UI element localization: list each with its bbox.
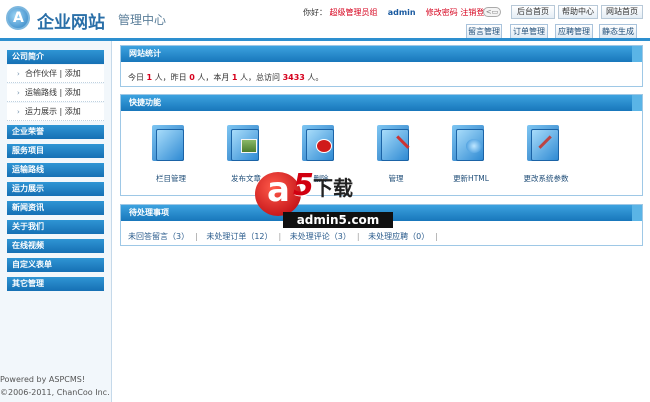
arrow-icon: › (17, 70, 20, 78)
nav-applications-button[interactable]: 应聘管理 (555, 24, 593, 38)
powered-by: Powered by ASPCMS! (0, 375, 86, 384)
panel-title: 网站统计 (121, 46, 642, 62)
yesterday-count: 0 (189, 73, 195, 82)
sidebar-group-routes[interactable]: 运输路线 (7, 163, 104, 177)
watermark-brand: 下载 (313, 176, 353, 200)
sidebar-group-forms[interactable]: 自定义表单 (7, 258, 104, 272)
quick-update-html[interactable]: 更新HTML (435, 123, 507, 183)
panel-title: 快捷功能 (121, 95, 642, 111)
month-count: 1 (231, 73, 238, 82)
folder-settings-icon (527, 123, 563, 161)
sidebar-item-partners[interactable]: › 合作伙伴 | 添加 (7, 65, 104, 83)
admin-center-title: 管理中心 (118, 13, 167, 27)
pending-list: 未回答留言（3） | 未处理订单（12） | 未处理评论（3） | 未处理应聘（0） | (128, 232, 438, 241)
username: admin (387, 8, 416, 17)
user-role: 超级管理员组 (329, 8, 378, 17)
greeting: 你好： (303, 8, 327, 17)
watermark-logo: 5 下载 admin5.com (255, 168, 395, 230)
copyright: ©2006-2011, ChanCoo Inc. (0, 388, 110, 397)
pending-applications-link[interactable]: 未处理应聘（0） (368, 232, 429, 241)
sidebar-group-company[interactable]: 公司简介 (7, 50, 104, 64)
pending-messages-link[interactable]: 未回答留言（3） (128, 232, 189, 241)
header: 企业网站 管理中心 你好： 超级管理员组 admin 修改密码 注销登录 <▭ … (0, 0, 650, 38)
sidebar: 公司简介 › 合作伙伴 | 添加 › 运输路线 | 添加 › 运力展示 | 添加 企业… (0, 41, 112, 402)
sidebar-group-other[interactable]: 其它管理 (7, 277, 104, 291)
arrow-icon: › (17, 108, 20, 116)
folder-image-icon (227, 123, 263, 161)
sidebar-group-about[interactable]: 关于我们 (7, 220, 104, 234)
admin-home-button[interactable]: 后台首页 (511, 5, 555, 19)
site-logo-icon[interactable] (6, 6, 30, 30)
sidebar-group-video[interactable]: 在线视频 (7, 239, 104, 253)
stats-panel: 网站统计 今日 1 人，昨日 0 人，本月 1 人，总访问 3433 人。 (120, 45, 643, 87)
help-center-button[interactable]: 帮助中心 (558, 5, 598, 19)
total-count: 3433 (282, 73, 305, 82)
sidebar-group-services[interactable]: 服务项目 (7, 144, 104, 158)
today-count: 1 (146, 73, 153, 82)
site-home-button[interactable]: 网站首页 (601, 5, 643, 19)
watermark-url: admin5.com (283, 212, 393, 228)
quick-system-settings[interactable]: 更改系统参数 (510, 123, 582, 183)
sidebar-group-honors[interactable]: 企业荣誉 (7, 125, 104, 139)
nav-static-gen-button[interactable]: 静态生成 (599, 24, 637, 38)
folder-globe-icon (452, 123, 488, 161)
nav-orders-button[interactable]: 订单管理 (510, 24, 548, 38)
sidebar-item-capacity[interactable]: › 运力展示 | 添加 (7, 103, 104, 121)
pending-comments-link[interactable]: 未处理评论（3） (290, 232, 351, 241)
site-name: 企业网站 (37, 13, 105, 33)
sidebar-group-news[interactable]: 新闻资讯 (7, 201, 104, 215)
nav-messages-button[interactable]: 留言管理 (466, 24, 502, 38)
folder-delete-icon (302, 123, 338, 161)
arrow-icon: › (17, 89, 20, 97)
pending-orders-link[interactable]: 未处理订单（12） (206, 232, 272, 241)
folder-tools-icon (377, 123, 413, 161)
visit-stats: 今日 1 人，昨日 0 人，本月 1 人，总访问 3433 人。 (128, 73, 324, 82)
quick-column-manage[interactable]: 栏目管理 (135, 123, 207, 183)
folder-list-icon (152, 123, 188, 161)
user-info: 你好： 超级管理员组 admin 修改密码 注销登录 (303, 7, 492, 18)
change-password-link[interactable]: 修改密码 (426, 8, 458, 17)
sidebar-item-routes[interactable]: › 运输路线 | 添加 (7, 84, 104, 102)
toggle-icon[interactable]: <▭ (483, 7, 501, 17)
sidebar-group-capacity[interactable]: 运力展示 (7, 182, 104, 196)
